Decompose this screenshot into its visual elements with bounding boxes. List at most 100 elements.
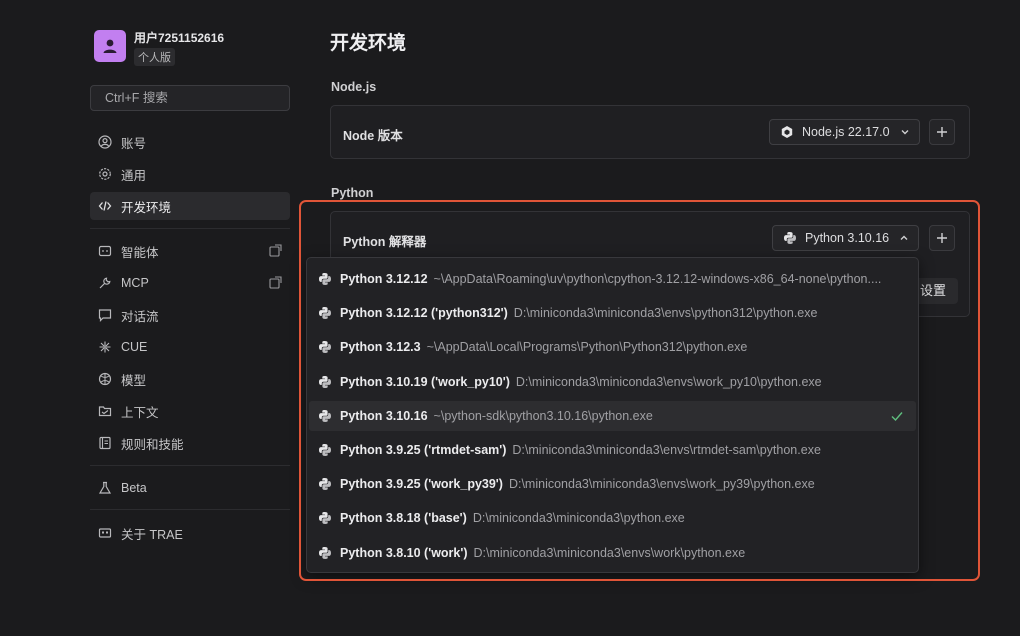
model-icon [98,372,112,386]
add-python-button[interactable] [929,225,955,251]
interpreter-option[interactable]: Python 3.12.3 ~\AppData\Local\Programs\Py… [309,332,916,362]
interpreter-option[interactable]: Python 3.10.16 ~\python-sdk\python3.10.16… [309,401,916,431]
plus-icon [937,127,947,137]
python-interpreter-dropdown: Python 3.12.12 ~\AppData\Roaming\uv\pytho… [306,257,919,573]
interpreter-option[interactable]: Python 3.9.25 ('rtmdet-sam') D:\miniconda… [309,435,916,465]
sidebar-item-agents[interactable]: 智能体 [90,237,290,265]
interpreter-path: ~\python-sdk\python3.10.16\python.exe [433,409,653,423]
sidebar-item-label: 对话流 [121,309,159,324]
sidebar-item-label: MCP [121,276,149,290]
sidebar-divider [90,509,290,510]
python-icon [319,341,331,353]
external-link-icon [269,276,282,289]
sidebar-item-dev-env[interactable]: 开发环境 [90,192,290,220]
sidebar-item-account[interactable]: 账号 [90,128,290,156]
interpreter-name: Python 3.12.12 [340,272,428,286]
user-name: 用户7251152616 [134,31,225,45]
python-icon [319,410,331,422]
node-version-select[interactable]: Node.js 22.17.0 [769,119,920,145]
interpreter-path: D:\miniconda3\miniconda3\python.exe [472,511,685,525]
sidebar-divider [90,465,290,466]
sidebar-item-general[interactable]: 通用 [90,160,290,188]
python-icon [319,307,331,319]
interpreter-option[interactable]: Python 3.8.18 ('base') D:\miniconda3\mini… [309,503,916,533]
add-node-button[interactable] [929,119,955,145]
interpreter-option[interactable]: Python 3.10.19 ('work_py10') D:\miniconda… [309,367,916,397]
python-icon [319,376,331,388]
chevron-up-icon [900,235,908,240]
interpreter-path: D:\miniconda3\miniconda3\envs\work_py10\… [515,375,822,389]
wrench-icon [99,277,111,289]
sidebar-item-label: 智能体 [121,245,159,260]
interpreter-path: D:\miniconda3\miniconda3\envs\rtmdet-sam… [512,443,821,457]
page-title: 开发环境 [330,33,407,54]
python-interpreter-select[interactable]: Python 3.10.16 [772,225,919,251]
interpreter-option[interactable]: Python 3.12.12 ~\AppData\Roaming\uv\pytho… [309,264,916,294]
sidebar-item-label: 账号 [121,136,147,151]
sidebar-item-rules-skills[interactable]: 规则和技能 [90,429,290,457]
agent-icon [98,245,112,257]
interpreter-path: D:\miniconda3\miniconda3\envs\work\pytho… [473,546,746,560]
python-icon [319,547,331,559]
chevron-down-icon [901,130,909,135]
user-icon [103,39,117,53]
node-version-value: Node.js 22.17.0 [802,125,890,139]
sidebar-item-mcp[interactable]: MCP [90,269,290,297]
book-icon [99,436,111,450]
sidebar-item-label: Beta [121,481,147,495]
interpreter-name: Python 3.8.18 ('base') [340,511,467,525]
sidebar-item-models[interactable]: 模型 [90,365,290,393]
plan-badge: 个人版 [134,48,175,66]
account-icon [98,135,112,149]
interpreter-option[interactable]: Python 3.9.25 ('work_py39') D:\miniconda3… [309,469,916,499]
search-input[interactable]: Ctrl+F 搜索 [90,85,290,111]
interpreter-path: D:\miniconda3\miniconda3\envs\python312\… [513,306,818,320]
interpreter-path: D:\miniconda3\miniconda3\envs\work_py39\… [508,477,815,491]
node-version-card: Node 版本 Node.js 22.17.0 [330,105,970,159]
avatar [94,30,126,62]
sidebar-item-cue[interactable]: CUE [90,333,290,361]
section-title-python: Python [331,186,374,200]
interpreter-name: Python 3.9.25 ('work_py39') [340,477,503,491]
interpreter-name: Python 3.9.25 ('rtmdet-sam') [340,443,507,457]
node-version-label: Node 版本 [343,129,403,143]
external-link-icon [269,244,282,257]
chat-icon [98,309,112,322]
sidebar-item-label: 关于 TRAE [121,527,183,542]
check-icon [891,412,903,422]
sidebar-item-label: CUE [121,340,148,354]
interpreter-option[interactable]: Python 3.8.10 ('work') D:\miniconda3\mini… [309,538,916,568]
trae-icon [98,528,112,538]
sidebar-item-about[interactable]: 关于 TRAE [90,519,290,547]
section-title-nodejs: Node.js [331,80,377,94]
interpreter-name: Python 3.8.10 ('work') [340,546,468,560]
interpreter-name: Python 3.10.19 ('work_py10') [340,375,510,389]
nodejs-icon [781,126,793,138]
sidebar-item-beta[interactable]: Beta [90,474,290,502]
gear-icon [99,168,111,180]
sidebar-item-label: 规则和技能 [121,437,184,452]
interpreter-name: Python 3.10.16 [340,409,428,423]
interpreter-name: Python 3.12.12 ('python312') [340,306,508,320]
sidebar-item-label: 模型 [121,373,147,388]
python-icon [784,232,796,244]
sidebar-item-chat-flow[interactable]: 对话流 [90,301,290,329]
interpreter-option[interactable]: Python 3.12.12 ('python312') D:\miniconda… [309,298,916,328]
interpreter-path: ~\AppData\Roaming\uv\python\cpython-3.12… [433,272,882,286]
cue-icon [99,341,111,353]
plus-icon [937,233,947,243]
user-profile[interactable]: 用户7251152616 个人版 [94,30,224,66]
sidebar-item-label: 通用 [121,168,147,183]
python-icon [319,444,331,456]
sidebar-item-context[interactable]: 上下文 [90,397,290,425]
python-icon [319,478,331,490]
interpreter-name: Python 3.12.3 [340,340,421,354]
python-interpreter-label: Python 解释器 [343,235,427,249]
python-icon [319,273,331,285]
sidebar-item-label: 上下文 [121,405,159,420]
sidebar-divider [90,228,290,229]
flask-icon [98,481,112,494]
interpreter-path: ~\AppData\Local\Programs\Python\Python31… [426,340,748,354]
sidebar-item-label: 开发环境 [121,200,172,215]
context-icon [98,406,112,417]
